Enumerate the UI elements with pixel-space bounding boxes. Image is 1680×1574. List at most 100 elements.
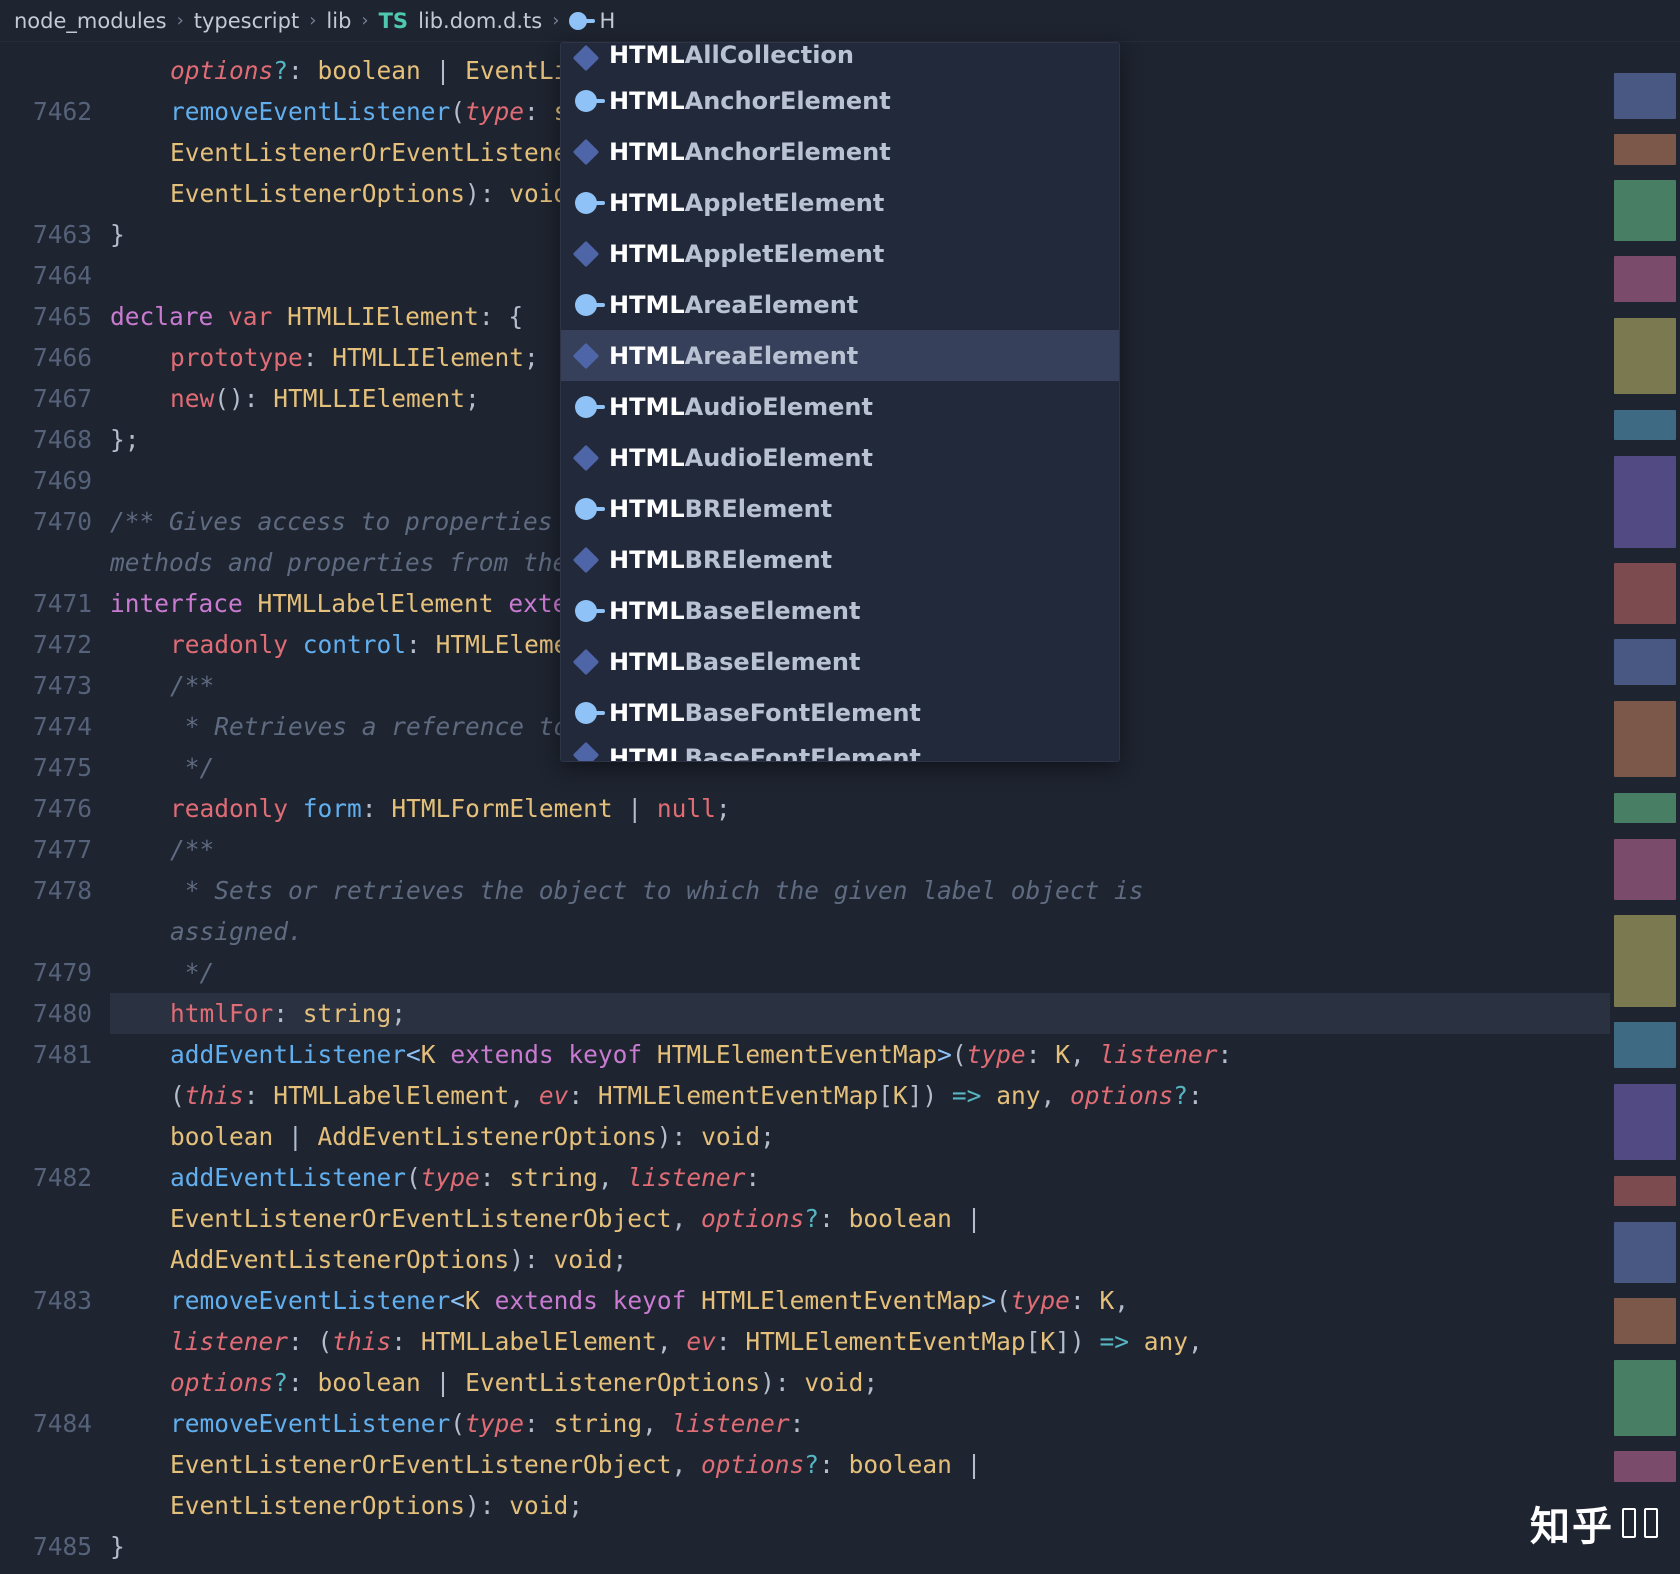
- code-line[interactable]: EventListenerOptions): void;: [110, 1485, 1680, 1526]
- line-number: 7469: [0, 460, 92, 501]
- watermark-text: 知乎: [1530, 1494, 1614, 1552]
- line-number: [0, 1075, 92, 1116]
- autocomplete-label: HTMLAnchorElement: [609, 138, 891, 166]
- line-number: 7464: [0, 255, 92, 296]
- line-number: [0, 173, 92, 214]
- symbol-interface-icon: [573, 742, 599, 762]
- symbol-interface-icon: [573, 444, 599, 470]
- autocomplete-label: HTMLBaseFontElement: [609, 699, 921, 727]
- code-line[interactable]: htmlFor: string;: [110, 993, 1680, 1034]
- autocomplete-item[interactable]: HTMLBaseElement: [561, 636, 1119, 687]
- crumb-node-modules[interactable]: node_modules: [14, 9, 167, 33]
- watermark-logo: 知乎: [1530, 1494, 1658, 1552]
- autocomplete-label: HTMLBaseFontElement: [609, 744, 921, 762]
- autocomplete-label: HTMLBaseElement: [609, 648, 860, 676]
- autocomplete-item[interactable]: HTMLAppletElement: [561, 228, 1119, 279]
- watermark-bars-icon: [1644, 1508, 1658, 1538]
- line-number: 7474: [0, 706, 92, 747]
- autocomplete-label: HTMLAudioElement: [609, 444, 873, 472]
- line-number: 7463: [0, 214, 92, 255]
- line-number: [0, 1321, 92, 1362]
- autocomplete-item[interactable]: HTMLAppletElement: [561, 177, 1119, 228]
- autocomplete-item[interactable]: HTMLBaseElement: [561, 585, 1119, 636]
- autocomplete-label: HTMLAllCollection: [609, 43, 854, 69]
- line-number: 7462: [0, 91, 92, 132]
- code-line[interactable]: assigned.: [110, 911, 1680, 952]
- line-number: 7476: [0, 788, 92, 829]
- autocomplete-label: HTMLAnchorElement: [609, 87, 891, 115]
- code-line[interactable]: removeEventListener<K extends keyof HTML…: [110, 1280, 1680, 1321]
- line-number: [0, 1444, 92, 1485]
- line-number: [0, 911, 92, 952]
- symbol-interface-icon: [573, 546, 599, 572]
- code-line[interactable]: EventListenerOrEventListenerObject, opti…: [110, 1444, 1680, 1485]
- code-line[interactable]: boolean | AddEventListenerOptions): void…: [110, 1116, 1680, 1157]
- autocomplete-item[interactable]: HTMLAudioElement: [561, 432, 1119, 483]
- autocomplete-label: HTMLBRElement: [609, 546, 832, 574]
- autocomplete-popup[interactable]: HTMLAllCollection HTMLAnchorElement HTMLAn…: [560, 42, 1120, 762]
- autocomplete-label: HTMLAppletElement: [609, 189, 884, 217]
- autocomplete-item[interactable]: HTMLBRElement: [561, 534, 1119, 585]
- code-line[interactable]: AddEventListenerOptions): void;: [110, 1239, 1680, 1280]
- autocomplete-item[interactable]: HTMLAllCollection: [561, 43, 1119, 75]
- code-editor[interactable]: 7462746374647465746674677468746974707471…: [0, 42, 1680, 1574]
- symbol-class-icon: [575, 294, 597, 316]
- autocomplete-item[interactable]: HTMLAudioElement: [561, 381, 1119, 432]
- autocomplete-item[interactable]: HTMLBaseFontElement: [561, 687, 1119, 738]
- line-number: 7483: [0, 1280, 92, 1321]
- line-number: 7485: [0, 1526, 92, 1567]
- autocomplete-label: HTMLBRElement: [609, 495, 832, 523]
- line-number: [0, 1198, 92, 1239]
- line-number: [0, 1485, 92, 1526]
- line-number: [0, 1116, 92, 1157]
- autocomplete-item[interactable]: HTMLAnchorElement: [561, 126, 1119, 177]
- symbol-class-icon: [575, 600, 597, 622]
- autocomplete-item[interactable]: HTMLBRElement: [561, 483, 1119, 534]
- symbol-interface-icon: [573, 648, 599, 674]
- code-line[interactable]: */: [110, 952, 1680, 993]
- line-number: 7481: [0, 1034, 92, 1075]
- crumb-typescript[interactable]: typescript: [194, 9, 299, 33]
- line-number: 7472: [0, 624, 92, 665]
- symbol-class-icon: [575, 702, 597, 724]
- code-line[interactable]: /**: [110, 829, 1680, 870]
- code-line[interactable]: options?: boolean | EventListenerOptions…: [110, 1362, 1680, 1403]
- line-number: 7470: [0, 501, 92, 542]
- symbol-interface-icon: [573, 45, 599, 71]
- line-number: 7466: [0, 337, 92, 378]
- code-line[interactable]: readonly form: HTMLFormElement | null;: [110, 788, 1680, 829]
- line-number: [0, 50, 92, 91]
- autocomplete-item[interactable]: HTMLAnchorElement: [561, 75, 1119, 126]
- autocomplete-item[interactable]: HTMLAreaElement: [561, 279, 1119, 330]
- line-number: [0, 132, 92, 173]
- line-number: 7471: [0, 583, 92, 624]
- code-line[interactable]: addEventListener<K extends keyof HTMLEle…: [110, 1034, 1680, 1075]
- symbol-class-icon: [575, 396, 597, 418]
- symbol-class-icon: [575, 192, 597, 214]
- code-line[interactable]: (this: HTMLLabelElement, ev: HTMLElement…: [110, 1075, 1680, 1116]
- code-line[interactable]: listener: (this: HTMLLabelElement, ev: H…: [110, 1321, 1680, 1362]
- autocomplete-item[interactable]: HTMLAreaElement: [561, 330, 1119, 381]
- line-number: 7475: [0, 747, 92, 788]
- line-number: 7468: [0, 419, 92, 460]
- code-line[interactable]: removeEventListener(type: string, listen…: [110, 1403, 1680, 1444]
- line-number: 7473: [0, 665, 92, 706]
- autocomplete-label: HTMLAreaElement: [609, 342, 858, 370]
- autocomplete-label: HTMLBaseElement: [609, 597, 860, 625]
- autocomplete-label: HTMLAudioElement: [609, 393, 873, 421]
- line-number: [0, 1239, 92, 1280]
- symbol-class-icon: [569, 12, 587, 30]
- crumb-symbol[interactable]: H: [599, 9, 615, 33]
- chevron-right-icon: ›: [309, 10, 316, 31]
- crumb-lib[interactable]: lib: [326, 9, 351, 33]
- code-line[interactable]: }: [110, 1526, 1680, 1567]
- code-line[interactable]: EventListenerOrEventListenerObject, opti…: [110, 1198, 1680, 1239]
- code-line[interactable]: addEventListener(type: string, listener:: [110, 1157, 1680, 1198]
- code-line[interactable]: * Sets or retrieves the object to which …: [110, 870, 1680, 911]
- line-number: 7479: [0, 952, 92, 993]
- ts-file-icon: TS: [379, 9, 408, 33]
- line-number: [0, 1362, 92, 1403]
- crumb-file[interactable]: lib.dom.d.ts: [418, 9, 542, 33]
- autocomplete-item[interactable]: HTMLBaseFontElement: [561, 738, 1119, 762]
- symbol-class-icon: [575, 90, 597, 112]
